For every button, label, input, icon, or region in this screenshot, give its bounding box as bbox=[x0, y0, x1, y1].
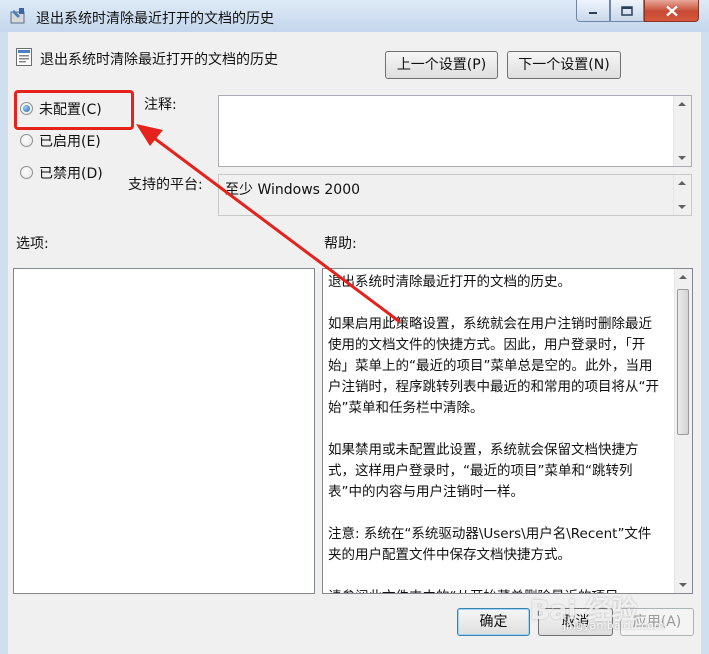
annotation-arrow-icon bbox=[136, 124, 401, 324]
watermark-url: jingyan.baidu.com bbox=[563, 619, 665, 632]
